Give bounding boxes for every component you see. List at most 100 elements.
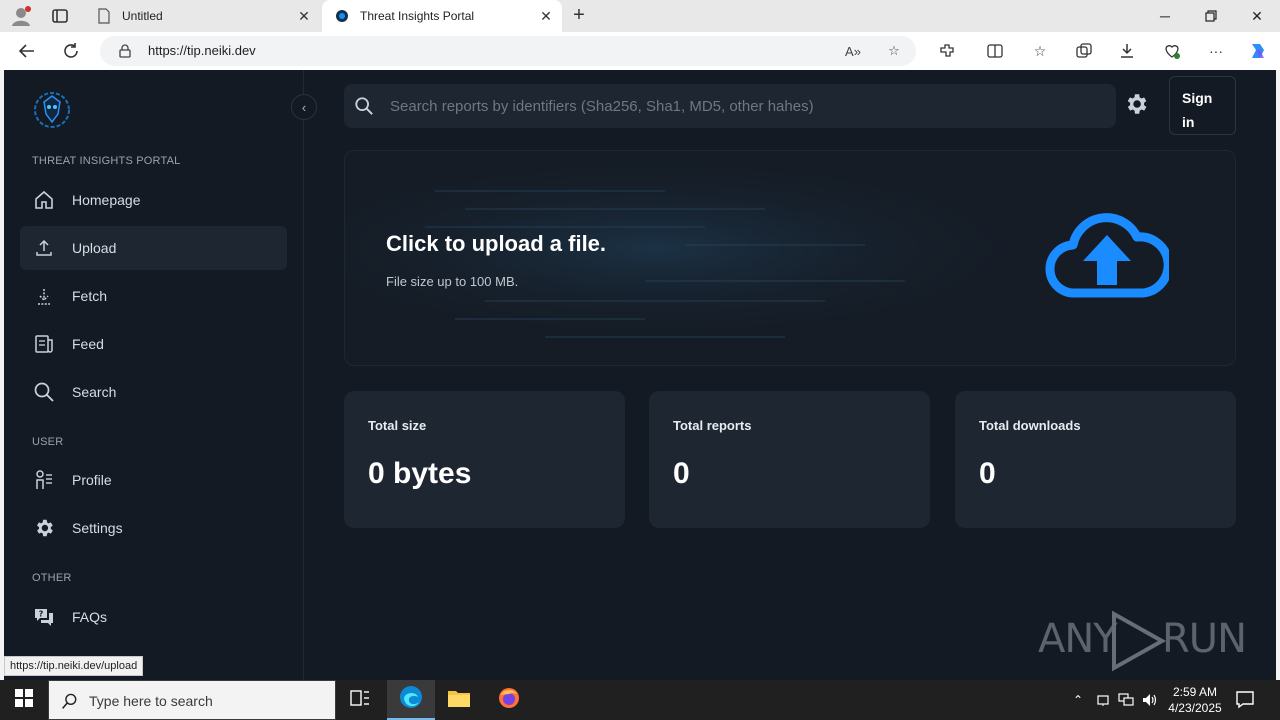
taskbar-search-box[interactable]: Type here to search	[48, 680, 336, 720]
task-view-icon	[350, 689, 370, 712]
more-options-icon[interactable]: ···	[1206, 41, 1226, 61]
upload-subtitle: File size up to 100 MB.	[386, 274, 519, 289]
favorites-icon[interactable]: ☆	[1030, 41, 1050, 61]
nav-item-faqs[interactable]: ? FAQs	[20, 595, 287, 639]
back-icon[interactable]	[16, 40, 38, 62]
collections-icon[interactable]	[1074, 41, 1094, 61]
download-icon	[32, 284, 56, 308]
cloud-upload-icon	[1045, 213, 1169, 298]
close-tab-icon[interactable]: ✕	[296, 8, 312, 24]
nav-item-label: Upload	[72, 240, 117, 256]
svg-text:?: ?	[39, 610, 44, 619]
split-screen-icon[interactable]	[985, 41, 1005, 61]
tab-actions-icon[interactable]	[50, 6, 70, 26]
volume-icon[interactable]	[1140, 690, 1160, 710]
stat-value: 0	[673, 457, 690, 490]
feed-icon	[32, 332, 56, 356]
copilot-icon[interactable]	[1248, 41, 1268, 61]
chevron-up-icon[interactable]: ⌃	[1068, 690, 1088, 710]
gear-icon	[1123, 91, 1149, 122]
nav-item-label: Homepage	[72, 192, 141, 208]
upload-title: Click to upload a file.	[386, 231, 607, 256]
collapse-sidebar-button[interactable]: ‹	[291, 94, 317, 120]
notification-center-icon[interactable]	[1234, 688, 1260, 712]
taskbar-firefox[interactable]	[485, 680, 533, 720]
read-aloud-icon[interactable]: A»	[844, 42, 862, 60]
upload-icon	[32, 236, 56, 260]
play-icon	[1112, 610, 1167, 672]
clock-date: 4/23/2025	[1168, 701, 1222, 715]
search-input[interactable]	[390, 84, 1090, 128]
status-bar-url: https://tip.neiki.dev/upload	[4, 656, 144, 676]
url-text[interactable]: https://tip.neiki.dev	[148, 43, 256, 58]
start-button[interactable]	[0, 680, 48, 720]
nav-item-feed[interactable]: Feed	[20, 322, 287, 366]
tab-label: Untitled	[122, 9, 163, 23]
close-tab-icon[interactable]: ✕	[538, 8, 554, 24]
section-label-portal: THREAT INSIGHTS PORTAL	[32, 155, 181, 167]
site-favicon	[334, 8, 350, 24]
watermark-text-left: ANY	[1038, 616, 1118, 662]
refresh-icon[interactable]	[60, 40, 82, 62]
anyrun-watermark: ANY RUN	[1038, 610, 1247, 672]
address-bar[interactable]: https://tip.neiki.dev A» ☆	[100, 36, 916, 66]
chevron-left-icon: ‹	[301, 99, 307, 115]
settings-button[interactable]	[1122, 92, 1150, 120]
tab-label: Threat Insights Portal	[360, 9, 475, 23]
report-search-bar	[344, 84, 1116, 128]
taskbar-file-explorer[interactable]	[435, 680, 483, 720]
minimize-icon[interactable]: ─	[1142, 0, 1188, 32]
network-tray-icon[interactable]	[1093, 690, 1113, 710]
lock-icon[interactable]	[118, 44, 132, 58]
taskbar-clock[interactable]: 2:59 AM 4/23/2025	[1164, 684, 1226, 716]
page-icon	[96, 8, 112, 24]
windows-logo-icon	[15, 688, 33, 712]
sidebar: THREAT INSIGHTS PORTAL Homepage Upload F…	[4, 70, 304, 680]
taskbar-search-placeholder: Type here to search	[89, 693, 213, 709]
watermark-text-right: RUN	[1162, 616, 1247, 662]
upload-dropzone[interactable]: Click to upload a file. File size up to …	[344, 150, 1236, 366]
nav-item-settings[interactable]: Settings	[20, 506, 287, 550]
stat-label: Total reports	[673, 418, 752, 433]
firefox-icon	[497, 686, 521, 715]
nav-item-profile[interactable]: Profile	[20, 458, 287, 502]
stat-card-total-downloads: Total downloads 0	[955, 391, 1236, 528]
browser-essentials-icon[interactable]	[1162, 41, 1182, 61]
downloads-icon[interactable]	[1117, 41, 1137, 61]
web-page: THREAT INSIGHTS PORTAL Homepage Upload F…	[4, 70, 1276, 680]
profile-icon	[32, 468, 56, 492]
wired-network-icon[interactable]	[1116, 690, 1136, 710]
favorite-star-icon[interactable]: ☆	[885, 42, 903, 60]
nav-item-upload[interactable]: Upload	[20, 226, 287, 270]
clock-time: 2:59 AM	[1172, 685, 1218, 699]
browser-toolbar: https://tip.neiki.dev A» ☆ ☆ ···	[0, 32, 1280, 70]
windows-taskbar: Type here to search ⌃ 2:59 AM 4/23/2025	[0, 680, 1280, 720]
task-view-button[interactable]	[336, 680, 384, 720]
restore-icon[interactable]	[1188, 0, 1234, 32]
nav-item-fetch[interactable]: Fetch	[20, 274, 287, 318]
stat-label: Total size	[368, 418, 427, 433]
tab-threat-insights[interactable]: Threat Insights Portal ✕	[322, 0, 562, 32]
nav-item-label: FAQs	[72, 609, 108, 625]
logo-icon[interactable]	[32, 90, 72, 130]
search-icon	[354, 96, 374, 116]
taskbar-edge[interactable]	[387, 680, 435, 720]
sign-in-button[interactable]: Sign in	[1169, 76, 1236, 135]
close-window-icon[interactable]: ✕	[1234, 0, 1280, 32]
browser-tab-strip: Untitled ✕ Threat Insights Portal ✕ + ─ …	[0, 0, 1280, 32]
faq-icon: ?	[32, 605, 56, 629]
nav-item-search[interactable]: Search	[20, 370, 287, 414]
profile-avatar-icon[interactable]	[10, 5, 32, 27]
section-label-other: OTHER	[32, 572, 72, 584]
search-icon	[32, 380, 56, 404]
tab-untitled[interactable]: Untitled ✕	[84, 0, 320, 32]
nav-item-label: Feed	[72, 336, 104, 352]
new-tab-icon[interactable]: +	[568, 5, 590, 27]
stat-card-total-reports: Total reports 0	[649, 391, 930, 528]
nav-item-homepage[interactable]: Homepage	[20, 178, 287, 222]
stat-value: 0 bytes	[368, 457, 472, 490]
edge-icon	[398, 684, 424, 715]
stat-card-total-size: Total size 0 bytes	[344, 391, 625, 528]
extensions-icon[interactable]	[937, 41, 957, 61]
home-icon	[32, 188, 56, 212]
